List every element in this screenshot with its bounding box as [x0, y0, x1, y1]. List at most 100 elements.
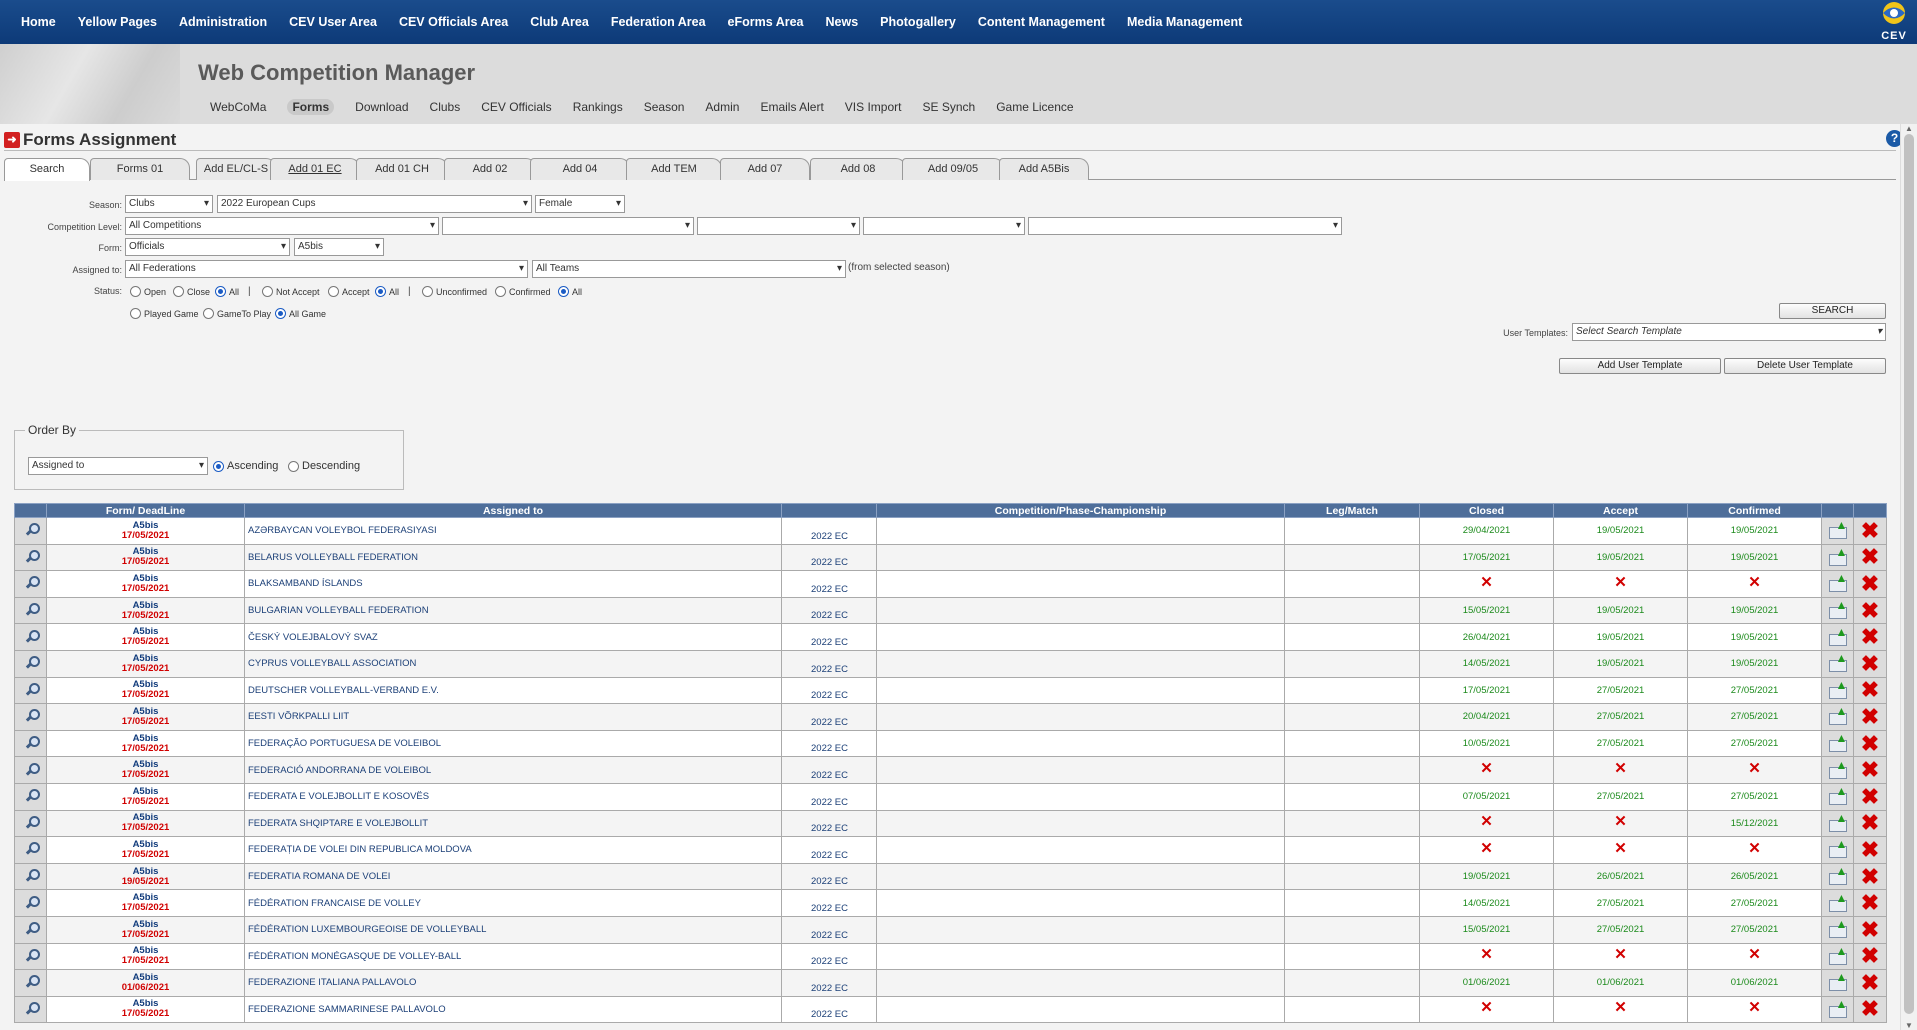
assigned-to-cell[interactable]: FEDERACIÓ ANDORRANA DE VOLEIBOL — [244, 756, 782, 784]
add-user-template-button[interactable]: Add User Template — [1559, 358, 1721, 374]
view-cell[interactable] — [14, 889, 47, 917]
delete-cell[interactable]: ✖ — [1853, 969, 1887, 997]
form-value-select[interactable]: A5bis — [294, 238, 384, 256]
send-cell[interactable] — [1821, 809, 1854, 838]
delete-icon[interactable]: ✖ — [1861, 918, 1879, 940]
table-row[interactable]: A5bis 17/05/2021 BULGARIAN VOLLEYBALL FEDE… — [14, 596, 1887, 625]
delete-cell[interactable]: ✖ — [1853, 676, 1887, 705]
table-row[interactable]: A5bis 17/05/2021 FÉDÉRATION MONÉGASQUE DE … — [14, 942, 1887, 971]
view-details-icon[interactable] — [24, 602, 40, 616]
competition-level-select[interactable]: All Competitions — [125, 217, 439, 235]
view-details-icon[interactable] — [24, 868, 40, 882]
view-cell[interactable] — [14, 596, 47, 625]
subnav-item-forms[interactable]: Forms — [287, 99, 335, 115]
assigned-to-cell[interactable]: CYPRUS VOLLEYBALL ASSOCIATION — [244, 649, 782, 678]
delete-icon[interactable]: ✖ — [1861, 572, 1879, 594]
topnav-item-news[interactable]: News — [815, 15, 870, 29]
subnav-item-cev-officials[interactable]: CEV Officials — [481, 100, 551, 115]
table-row[interactable]: A5bis 17/05/2021 FEDERATA E VOLEJBOLLIT E … — [14, 782, 1887, 811]
send-cell[interactable] — [1821, 915, 1854, 944]
season-type-select[interactable]: Clubs — [125, 195, 213, 213]
game-to-play-radio[interactable]: GameTo Play — [203, 308, 271, 319]
topnav-item-cev-officials-area[interactable]: CEV Officials Area — [388, 15, 519, 29]
delete-cell[interactable]: ✖ — [1853, 596, 1887, 625]
topnav-item-club-area[interactable]: Club Area — [519, 15, 600, 29]
view-details-icon[interactable] — [24, 575, 40, 589]
view-cell[interactable] — [14, 809, 47, 838]
topnav-item-cev-user-area[interactable]: CEV User Area — [278, 15, 388, 29]
send-email-icon[interactable] — [1828, 678, 1847, 699]
table-row[interactable]: A5bis 17/05/2021 FÉDÉRATION LUXEMBOURGEOIS… — [14, 915, 1887, 944]
subnav-item-clubs[interactable]: Clubs — [430, 100, 461, 115]
header-form[interactable]: Form/ DeadLine — [46, 503, 245, 518]
tab-add-08[interactable]: Add 08 — [810, 158, 906, 180]
table-row[interactable]: A5bis 17/05/2021 EESTI VÕRKPALLI LIIT 2022 … — [14, 703, 1887, 731]
topnav-item-content-management[interactable]: Content Management — [967, 15, 1116, 29]
back-arrow-icon[interactable]: ➜ — [4, 132, 20, 148]
topnav-item-eforms-area[interactable]: eForms Area — [717, 15, 815, 29]
subnav-item-admin[interactable]: Admin — [705, 100, 739, 115]
topnav-item-media-management[interactable]: Media Management — [1116, 15, 1253, 29]
send-cell[interactable] — [1821, 969, 1854, 997]
view-details-icon[interactable] — [24, 974, 40, 988]
topnav-item-home[interactable]: Home — [10, 15, 67, 29]
table-row[interactable]: A5bis 17/05/2021 FÉDÉRATION FRANCAISE DE V… — [14, 889, 1887, 917]
send-cell[interactable] — [1821, 729, 1854, 758]
delete-cell[interactable]: ✖ — [1853, 836, 1887, 864]
header-leg[interactable]: Leg/Match — [1284, 503, 1420, 518]
send-email-icon[interactable] — [1828, 997, 1847, 1018]
send-email-icon[interactable] — [1828, 704, 1847, 726]
search-button[interactable]: SEARCH — [1779, 303, 1886, 319]
subnav-item-se-synch[interactable]: SE Synch — [922, 100, 975, 115]
ascending-radio[interactable]: Ascending — [213, 460, 278, 472]
delete-user-template-button[interactable]: Delete User Template — [1724, 358, 1886, 374]
header-assigned[interactable]: Assigned to — [244, 503, 782, 518]
competition-select-4[interactable] — [863, 217, 1025, 235]
delete-cell[interactable]: ✖ — [1853, 703, 1887, 731]
send-cell[interactable] — [1821, 543, 1854, 572]
descending-radio[interactable]: Descending — [288, 460, 360, 472]
view-details-icon[interactable] — [24, 841, 40, 855]
view-details-icon[interactable] — [24, 815, 40, 829]
delete-icon[interactable]: ✖ — [1861, 892, 1879, 914]
competition-select-2[interactable] — [442, 217, 694, 235]
status-open-radio[interactable]: Open — [130, 286, 166, 297]
send-cell[interactable] — [1821, 649, 1854, 678]
header-confirmed[interactable]: Confirmed — [1687, 503, 1822, 518]
send-email-icon[interactable] — [1828, 917, 1847, 939]
tab-add-07[interactable]: Add 07 — [720, 158, 810, 180]
table-row[interactable]: A5bis 01/06/2021 FEDERAZIONE ITALIANA PALL… — [14, 969, 1887, 997]
view-cell[interactable] — [14, 942, 47, 971]
table-row[interactable]: A5bis 17/05/2021 DEUTSCHER VOLLEYBALL-VERB… — [14, 676, 1887, 705]
send-cell[interactable] — [1821, 517, 1854, 545]
table-row[interactable]: A5bis 17/05/2021 FEDERAÇÃO PORTUGUESA DE V… — [14, 729, 1887, 758]
subnav-item-webcoma[interactable]: WebCoMa — [210, 100, 266, 115]
send-email-icon[interactable] — [1828, 758, 1847, 779]
scroll-up-arrow-icon[interactable]: ▲ — [1905, 124, 1913, 133]
delete-icon[interactable]: ✖ — [1861, 998, 1879, 1020]
delete-cell[interactable]: ✖ — [1853, 915, 1887, 944]
assigned-to-cell[interactable]: FÉDÉRATION MONÉGASQUE DE VOLLEY-BALL — [244, 942, 782, 971]
delete-cell[interactable]: ✖ — [1853, 942, 1887, 971]
delete-icon[interactable]: ✖ — [1861, 971, 1879, 993]
send-email-icon[interactable] — [1828, 837, 1847, 859]
view-cell[interactable] — [14, 703, 47, 731]
view-cell[interactable] — [14, 676, 47, 705]
send-cell[interactable] — [1821, 623, 1854, 651]
view-cell[interactable] — [14, 570, 47, 598]
assigned-to-cell[interactable]: FEDERAÇÃO PORTUGUESA DE VOLEIBOL — [244, 729, 782, 758]
federation-select[interactable]: All Federations — [125, 260, 528, 278]
view-details-icon[interactable] — [24, 921, 40, 935]
table-row[interactable]: A5bis 19/05/2021 FEDERATIA ROMANA DE VOLEI… — [14, 862, 1887, 891]
send-email-icon[interactable] — [1828, 731, 1847, 753]
delete-icon[interactable]: ✖ — [1861, 626, 1879, 648]
send-email-icon[interactable] — [1828, 545, 1847, 566]
send-email-icon[interactable] — [1828, 970, 1847, 992]
tab-add-02[interactable]: Add 02 — [444, 158, 536, 180]
send-cell[interactable] — [1821, 889, 1854, 917]
header-accept[interactable]: Accept — [1553, 503, 1688, 518]
assigned-to-cell[interactable]: ČESKÝ VOLEJBALOVÝ SVAZ — [244, 623, 782, 651]
send-email-icon[interactable] — [1828, 891, 1847, 912]
assigned-to-cell[interactable]: BULGARIAN VOLLEYBALL FEDERATION — [244, 596, 782, 625]
delete-icon[interactable]: ✖ — [1861, 679, 1879, 701]
